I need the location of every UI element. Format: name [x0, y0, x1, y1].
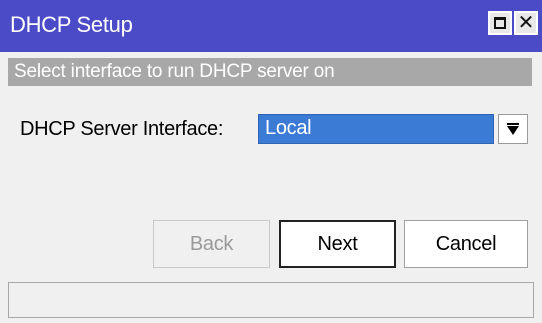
title-bar: DHCP Setup ✕	[0, 0, 542, 52]
interface-dropdown-button[interactable]	[498, 114, 528, 144]
dropdown-arrow-icon	[507, 123, 519, 135]
selected-interface-value: Local	[265, 117, 312, 139]
next-button[interactable]: Next	[279, 220, 396, 268]
back-button[interactable]: Back	[153, 220, 270, 268]
dhcp-setup-window: DHCP Setup ✕ Select interface to run DHC…	[0, 0, 542, 323]
close-icon: ✕	[517, 11, 535, 34]
close-button[interactable]: ✕	[514, 11, 538, 35]
dhcp-server-interface-select[interactable]: Local	[258, 114, 494, 144]
status-bar	[8, 282, 534, 318]
step-description: Select interface to run DHCP server on	[8, 58, 532, 86]
maximize-button[interactable]	[488, 11, 512, 35]
cancel-button[interactable]: Cancel	[404, 220, 528, 268]
window-title: DHCP Setup	[10, 12, 133, 37]
maximize-icon	[494, 17, 506, 29]
dhcp-server-interface-label: DHCP Server Interface:	[20, 118, 224, 140]
